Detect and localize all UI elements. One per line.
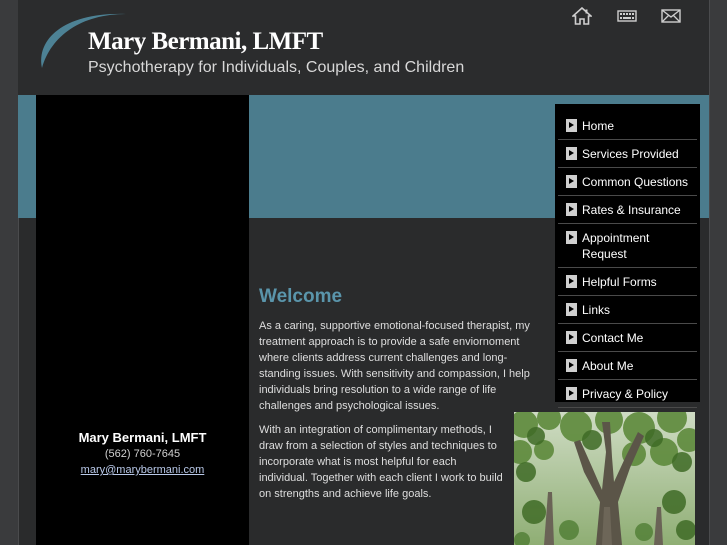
contact-phone: (562) 760-7645 <box>104 448 181 460</box>
nav-label: Services Provided <box>582 147 679 161</box>
nav-item-privacy[interactable]: Privacy & Policy <box>558 380 697 408</box>
arrow-icon <box>566 359 577 372</box>
intro-paragraph: As a caring, supportive emotional-focuse… <box>259 320 530 412</box>
nav-item-forms[interactable]: Helpful Forms <box>558 268 697 296</box>
nav-label: Appointment Request <box>582 231 650 261</box>
site-title: Mary Bermani, LMFT <box>88 28 323 55</box>
tree-photo <box>514 412 695 545</box>
nav-label: Helpful Forms <box>582 275 657 289</box>
arrow-icon <box>566 303 577 316</box>
arrow-icon <box>566 331 577 344</box>
nav-item-links[interactable]: Links <box>558 296 697 324</box>
nav-item-home[interactable]: Home <box>558 112 697 140</box>
arrow-icon <box>566 231 577 244</box>
nav-label: Common Questions <box>582 175 689 189</box>
right-frame <box>709 0 727 545</box>
nav-item-services[interactable]: Services Provided <box>558 140 697 168</box>
contact-email-link[interactable]: mary@marybermani.com <box>81 464 205 476</box>
mail-icon[interactable] <box>661 7 681 25</box>
nav-item-contact[interactable]: Contact Me <box>558 324 697 352</box>
nav-item-questions[interactable]: Common Questions <box>558 168 697 196</box>
nav-label: About Me <box>582 359 634 373</box>
nav-item-about[interactable]: About Me <box>558 352 697 380</box>
home-icon[interactable] <box>572 7 592 25</box>
keyboard-icon[interactable] <box>617 7 637 25</box>
nav-label: Contact Me <box>582 331 644 345</box>
left-frame <box>0 0 19 545</box>
nav-item-appointment[interactable]: Appointment Request <box>558 224 697 268</box>
nav-label: Links <box>582 303 611 317</box>
arrow-icon <box>566 147 577 160</box>
main-nav: Home Services Provided Common Questions … <box>555 104 700 408</box>
left-column <box>36 95 249 545</box>
site-tagline: Psychotherapy for Individuals, Couples, … <box>88 59 465 76</box>
methods-paragraph: With an integration of complimentary met… <box>259 424 503 500</box>
nav-label: Rates & Insurance <box>582 203 681 217</box>
contact-email-wrapper: mary@marybermani.com <box>36 464 249 476</box>
welcome-heading: Welcome <box>259 286 343 307</box>
arrow-icon <box>566 175 577 188</box>
arrow-icon <box>566 203 577 216</box>
arrow-icon <box>566 387 577 400</box>
arrow-icon <box>566 119 577 132</box>
nav-label: Home <box>582 119 615 133</box>
contact-name: Mary Bermani, LMFT <box>78 430 207 445</box>
nav-item-rates[interactable]: Rates & Insurance <box>558 196 697 224</box>
nav-label: Privacy & Policy <box>582 387 669 401</box>
arrow-icon <box>566 275 577 288</box>
